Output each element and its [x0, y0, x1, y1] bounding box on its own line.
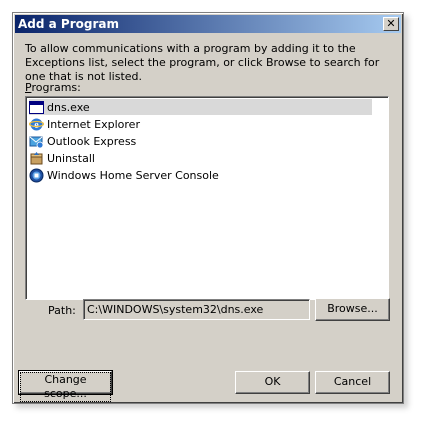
list-item-label: Internet Explorer — [47, 117, 140, 131]
browse-button[interactable]: Browse... — [315, 298, 390, 321]
list-item-windows-home-server-console[interactable]: Windows Home Server Console — [29, 167, 372, 183]
list-item-label: dns.exe — [47, 100, 90, 114]
add-program-dialog: Add a Program ✕ To allow communications … — [12, 12, 404, 404]
cancel-button-label: Cancel — [333, 375, 372, 388]
browse-button-label: Browse... — [327, 302, 378, 315]
title-bar[interactable]: Add a Program ✕ — [15, 15, 401, 33]
application-window-icon — [29, 100, 44, 115]
close-icon: ✕ — [386, 17, 396, 30]
ok-button[interactable]: OK — [235, 371, 310, 394]
ok-button-label: OK — [264, 375, 281, 388]
list-item-outlook-express[interactable]: Outlook Express — [29, 133, 372, 149]
instructions-text: To allow communications with a program b… — [25, 42, 380, 83]
list-item-dns-exe[interactable]: dns.exe — [29, 99, 372, 115]
windows-home-server-icon — [29, 168, 44, 183]
list-item-internet-explorer[interactable]: e Internet Explorer — [28, 116, 372, 132]
uninstall-icon — [29, 151, 44, 166]
path-label: Path: — [48, 304, 76, 317]
close-button[interactable]: ✕ — [383, 17, 399, 31]
cancel-button[interactable]: Cancel — [315, 371, 390, 394]
path-field[interactable]: C:\WINDOWS\system32\dns.exe — [83, 299, 310, 320]
internet-explorer-icon: e — [28, 117, 45, 132]
outlook-express-icon — [29, 134, 44, 149]
change-scope-button[interactable]: Change scope... — [18, 370, 113, 402]
list-item-label: Uninstall — [47, 151, 95, 165]
programs-list[interactable]: dns.exe e Internet Explorer Outlook Expr… — [25, 96, 389, 300]
list-item-uninstall[interactable]: Uninstall — [29, 150, 372, 166]
change-scope-button-label: Change scope... — [44, 373, 87, 400]
programs-label: Programs: — [25, 81, 81, 94]
programs-label-rest: rograms: — [31, 81, 81, 94]
list-item-label: Windows Home Server Console — [47, 168, 219, 182]
list-item-label: Outlook Express — [47, 134, 137, 148]
dialog-title: Add a Program — [18, 17, 119, 31]
